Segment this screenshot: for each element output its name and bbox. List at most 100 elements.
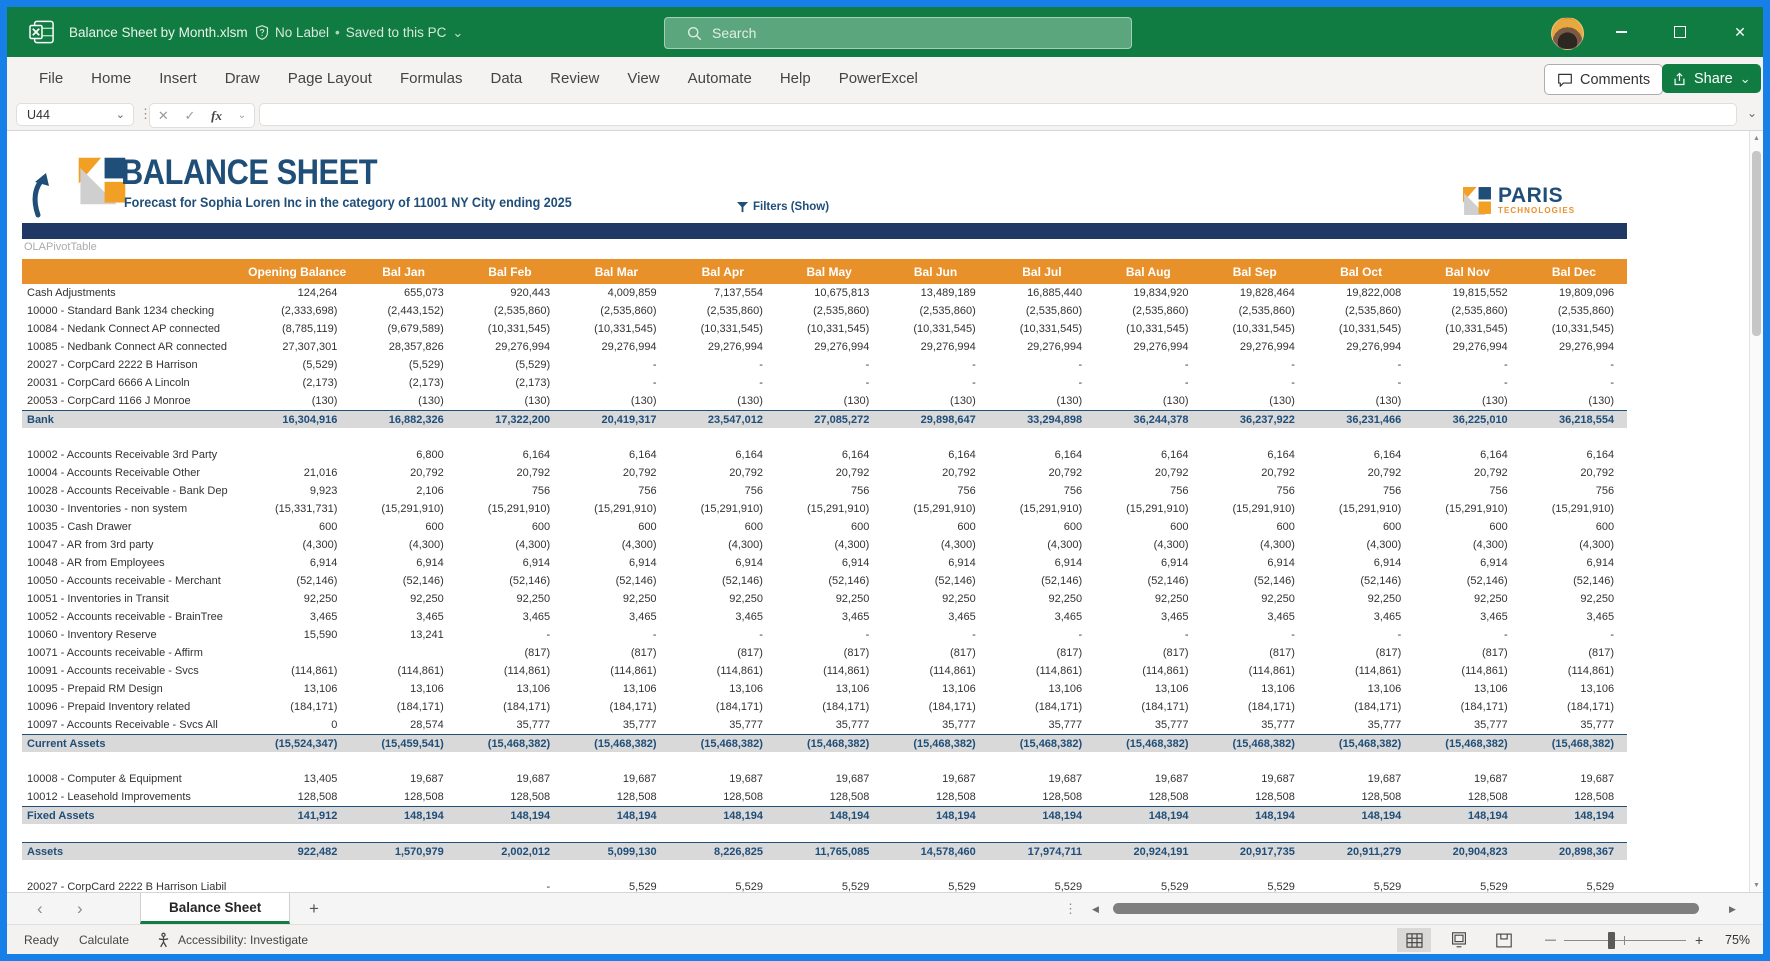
cell[interactable]: 756 <box>989 485 1095 497</box>
cell[interactable]: 148,194 <box>350 810 456 822</box>
cell[interactable]: 19,815,552 <box>1414 287 1520 299</box>
cell[interactable]: (15,291,910) <box>776 503 882 515</box>
cell[interactable]: (114,861) <box>882 665 988 677</box>
cell[interactable]: (15,291,910) <box>350 503 456 515</box>
cell[interactable]: 35,777 <box>989 719 1095 731</box>
cell[interactable]: 148,194 <box>1095 810 1201 822</box>
cell[interactable]: 6,914 <box>1202 557 1308 569</box>
row-label[interactable]: 10095 - Prepaid RM Design <box>22 683 244 695</box>
cell[interactable]: (4,300) <box>1414 539 1520 551</box>
cell[interactable]: (114,861) <box>457 665 563 677</box>
zoom-slider-handle[interactable] <box>1608 932 1615 949</box>
row-label[interactable]: 10091 - Accounts receivable - Svcs <box>22 665 244 677</box>
cell[interactable]: (15,468,382) <box>776 738 882 750</box>
cell[interactable]: (2,535,860) <box>882 305 988 317</box>
cell[interactable]: 36,244,378 <box>1095 414 1201 426</box>
cancel-button[interactable]: ✕ <box>158 108 169 124</box>
cell[interactable]: 6,164 <box>882 449 988 461</box>
cell[interactable]: (2,535,860) <box>1202 305 1308 317</box>
cell[interactable]: 92,250 <box>563 593 669 605</box>
cell[interactable]: 6,164 <box>1095 449 1201 461</box>
cell[interactable]: (52,146) <box>882 575 988 587</box>
cell[interactable]: 35,777 <box>1095 719 1201 731</box>
cell[interactable]: (817) <box>776 647 882 659</box>
ribbon-tab-file[interactable]: File <box>27 57 75 100</box>
cell[interactable]: (2,535,860) <box>670 305 776 317</box>
cell[interactable]: 756 <box>1202 485 1308 497</box>
page-layout-view-button[interactable] <box>1442 928 1476 952</box>
cell[interactable]: 5,099,130 <box>563 846 669 858</box>
cell[interactable]: 756 <box>882 485 988 497</box>
cell[interactable]: 6,914 <box>776 557 882 569</box>
cell[interactable]: 6,914 <box>1521 557 1627 569</box>
cell[interactable]: 35,777 <box>776 719 882 731</box>
cell[interactable]: 922,482 <box>244 846 350 858</box>
cell[interactable]: (52,146) <box>1521 575 1627 587</box>
cell[interactable]: (130) <box>670 395 776 407</box>
cell[interactable]: - <box>563 359 669 371</box>
cell[interactable]: (15,468,382) <box>882 738 988 750</box>
cell[interactable]: - <box>1202 629 1308 641</box>
cell[interactable]: (10,331,545) <box>670 323 776 335</box>
tab-balance-sheet[interactable]: Balance Sheet <box>140 893 290 924</box>
cell[interactable]: 35,777 <box>563 719 669 731</box>
cell[interactable]: (52,146) <box>989 575 1095 587</box>
cell[interactable]: 600 <box>1308 521 1414 533</box>
cell[interactable]: 92,250 <box>776 593 882 605</box>
cell[interactable]: 3,465 <box>989 611 1095 623</box>
cell[interactable]: 3,465 <box>1521 611 1627 623</box>
scroll-left-icon[interactable]: ◀ <box>1092 893 1099 925</box>
cell[interactable]: (4,300) <box>244 539 350 551</box>
cell[interactable]: 148,194 <box>670 810 776 822</box>
cell[interactable]: (10,331,545) <box>1414 323 1520 335</box>
cell[interactable]: 17,974,711 <box>989 846 1095 858</box>
cell[interactable]: 141,912 <box>244 810 350 822</box>
avatar[interactable] <box>1551 17 1584 50</box>
cell[interactable]: 6,164 <box>670 449 776 461</box>
cell[interactable]: (10,331,545) <box>989 323 1095 335</box>
close-button[interactable]: ✕ <box>1717 7 1763 57</box>
cell[interactable]: 128,508 <box>670 791 776 803</box>
cell[interactable]: 35,777 <box>457 719 563 731</box>
row-label[interactable]: 10008 - Computer & Equipment <box>22 773 244 785</box>
cell[interactable]: 19,809,096 <box>1521 287 1627 299</box>
cell[interactable]: 8,226,825 <box>670 846 776 858</box>
header-cell[interactable]: Bal Oct <box>1308 265 1414 279</box>
cell[interactable]: 11,765,085 <box>776 846 882 858</box>
cell[interactable]: (2,173) <box>244 377 350 389</box>
cell[interactable]: 3,465 <box>1308 611 1414 623</box>
cell[interactable]: 3,465 <box>457 611 563 623</box>
cell[interactable]: (130) <box>882 395 988 407</box>
header-cell[interactable]: Bal Feb <box>457 265 563 279</box>
cell[interactable]: 6,164 <box>989 449 1095 461</box>
cell[interactable]: 20,792 <box>882 467 988 479</box>
row-label[interactable]: 10084 - Nedank Connect AP connected <box>22 323 244 335</box>
cell[interactable]: (8,785,119) <box>244 323 350 335</box>
cell[interactable]: (2,535,860) <box>563 305 669 317</box>
cell[interactable]: (52,146) <box>457 575 563 587</box>
cell[interactable]: 20,792 <box>1521 467 1627 479</box>
cell[interactable]: - <box>1414 629 1520 641</box>
cell[interactable]: (4,300) <box>1521 539 1627 551</box>
cell[interactable]: - <box>1095 377 1201 389</box>
cell[interactable]: (52,146) <box>1308 575 1414 587</box>
row-label[interactable]: Cash Adjustments <box>22 287 244 299</box>
cell[interactable]: (15,291,910) <box>1095 503 1201 515</box>
cell[interactable]: - <box>1202 359 1308 371</box>
cell[interactable]: 128,508 <box>1521 791 1627 803</box>
cell[interactable]: 6,914 <box>670 557 776 569</box>
cell[interactable]: (52,146) <box>1202 575 1308 587</box>
cell[interactable]: 29,898,647 <box>882 414 988 426</box>
cell[interactable]: 128,508 <box>1095 791 1201 803</box>
cell[interactable]: 33,294,898 <box>989 414 1095 426</box>
cell[interactable]: 13,106 <box>989 683 1095 695</box>
cell[interactable]: (817) <box>1202 647 1308 659</box>
cell[interactable]: 148,194 <box>1521 810 1627 822</box>
cell[interactable]: (2,535,860) <box>989 305 1095 317</box>
cell[interactable]: (2,173) <box>350 377 456 389</box>
cell[interactable]: 600 <box>457 521 563 533</box>
cell[interactable]: (817) <box>882 647 988 659</box>
cell[interactable]: - <box>989 629 1095 641</box>
ribbon-tab-draw[interactable]: Draw <box>213 57 272 100</box>
cell[interactable]: (114,861) <box>1414 665 1520 677</box>
